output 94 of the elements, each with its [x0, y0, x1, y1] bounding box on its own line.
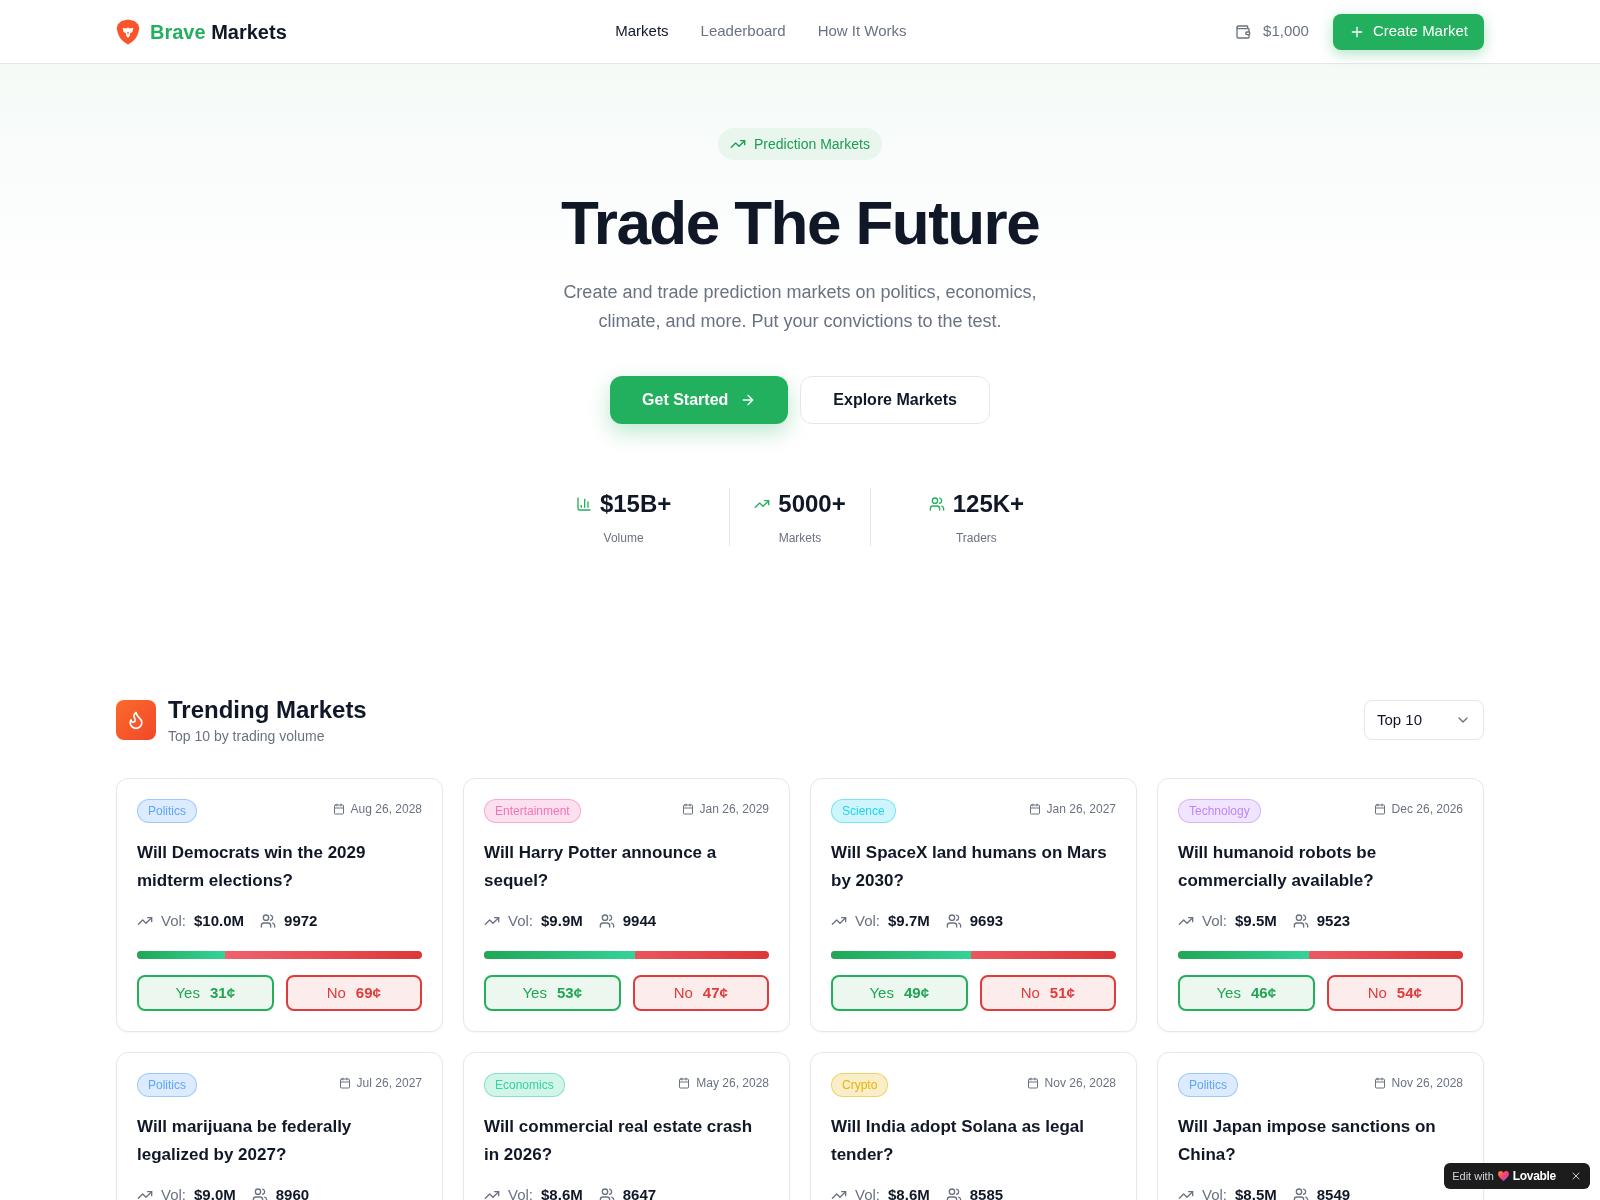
market-question: Will India adopt Solana as legal tender? — [831, 1116, 1085, 1166]
brand-name: Markets — [211, 20, 287, 43]
nav-link[interactable]: How It Works — [817, 20, 907, 43]
volume-value: $9.5M — [1235, 911, 1277, 931]
bar-chart-icon — [575, 496, 592, 512]
calendar-icon — [332, 803, 345, 815]
users-icon — [251, 1187, 268, 1200]
end-date: Dec 26, 2026 — [1391, 801, 1463, 817]
market-card[interactable]: Politics Aug 26, 2028 Will Democrats win the 2029 midterm elections? Vol: $10.0M 9972 Yes 31¢ No 69¢ — [116, 778, 443, 1032]
stat-label: Markets — [778, 530, 822, 546]
calendar-icon — [678, 1077, 691, 1089]
volume-label: Vol: — [508, 1185, 534, 1200]
heart-logo-icon — [1497, 1171, 1509, 1181]
stat-label: Volume — [603, 530, 644, 546]
volume-label: Vol: — [1202, 1185, 1228, 1200]
traders-count: 8960 — [275, 1185, 310, 1200]
volume-label: Vol: — [855, 1185, 881, 1200]
calendar-icon — [338, 1077, 351, 1089]
users-icon — [1292, 1187, 1309, 1200]
buy-no-button[interactable]: No 69¢ — [285, 975, 422, 1011]
end-date: Jul 26, 2027 — [356, 1075, 422, 1091]
buy-no-button[interactable]: No 54¢ — [1326, 975, 1463, 1011]
explore-markets-button[interactable]: Explore Markets — [800, 376, 990, 424]
volume-label: Vol: — [1202, 911, 1228, 931]
volume-value: $9.7M — [888, 911, 930, 931]
close-icon — [1570, 1170, 1582, 1182]
traders-count: 9972 — [284, 911, 318, 931]
end-date: May 26, 2028 — [696, 1075, 769, 1091]
end-date: Jan 26, 2029 — [699, 801, 769, 817]
stat-value: 5000+ — [778, 489, 846, 519]
users-icon — [945, 1187, 962, 1200]
end-date: Nov 26, 2028 — [1044, 1075, 1116, 1091]
market-question: Will SpaceX land humans on Mars by 2030? — [831, 842, 1108, 892]
traders-count: 9693 — [969, 911, 1004, 931]
shield-logo-icon — [116, 18, 140, 45]
stat-value: $15B+ — [599, 489, 672, 519]
volume-value: $10.0M — [194, 911, 245, 931]
volume-label: Vol: — [508, 911, 534, 931]
calendar-icon — [1026, 1077, 1039, 1089]
market-question: Will humanoid robots be commercially available? — [1178, 842, 1378, 892]
volume-label: Vol: — [161, 1185, 187, 1200]
volume-value: $9.9M — [541, 911, 583, 931]
volume-label: Vol: — [161, 911, 187, 931]
users-icon — [260, 913, 277, 929]
category-tag: Science — [831, 799, 896, 823]
market-question: Will marijuana be federally legalized by 2027? — [137, 1116, 353, 1166]
volume-label: Vol: — [855, 911, 881, 931]
market-question: Will Harry Potter announce a sequel? — [484, 842, 718, 892]
market-card[interactable]: Technology Dec 26, 2026 Will humanoid robots be commercially available? Vol: $9.5M 9523 Yes 46¢ No 54¢ — [1157, 778, 1484, 1032]
end-date: Aug 26, 2028 — [350, 801, 422, 817]
market-question: Will commercial real estate crash in 2026? — [484, 1116, 754, 1166]
nav-link[interactable]: Leaderboard — [700, 20, 786, 43]
traders-count: 8585 — [969, 1185, 1004, 1200]
users-icon — [598, 1187, 615, 1200]
hero-title: Trade The Future — [560, 192, 1040, 254]
traders-count: 9523 — [1316, 911, 1351, 931]
end-date: Nov 26, 2028 — [1391, 1075, 1463, 1091]
calendar-icon — [1373, 1077, 1386, 1089]
balance-amount: $1,000 — [1263, 21, 1309, 42]
category-tag: Technology — [1178, 799, 1261, 823]
users-icon — [928, 496, 945, 512]
category-tag: Economics — [484, 1073, 565, 1097]
brand-name-accent: Brave — [150, 20, 206, 43]
stat-label: Traders — [955, 530, 997, 546]
traders-count: 8549 — [1316, 1185, 1351, 1200]
category-tag: Politics — [137, 1073, 197, 1097]
users-icon — [598, 913, 615, 929]
traders-count: 9944 — [622, 911, 657, 931]
category-tag: Politics — [1178, 1073, 1238, 1097]
section-subtitle: Top 10 by trading volume — [168, 727, 326, 746]
users-icon — [945, 913, 962, 929]
market-question: Will Democrats win the 2029 midterm elections? — [137, 842, 367, 892]
flame-icon — [116, 700, 156, 740]
market-card[interactable]: Entertainment Jan 26, 2029 Will Harry Potter announce a sequel? Vol: $9.9M 9944 Yes 53¢ No 47¢ — [463, 778, 790, 1032]
category-tag: Crypto — [831, 1073, 889, 1097]
section-title: Trending Markets — [168, 695, 367, 725]
wallet-icon — [1235, 23, 1252, 40]
calendar-icon — [681, 803, 694, 815]
buy-no-button[interactable]: No 47¢ — [632, 975, 769, 1011]
top-count-dropdown[interactable]: Top 10 — [1364, 700, 1484, 740]
end-date: Jan 26, 2027 — [1046, 801, 1116, 817]
category-tag: Politics — [137, 799, 197, 823]
category-tag: Entertainment — [484, 799, 581, 823]
hero-subtitle: Create and trade prediction markets on politics, economics, climate, and more. Put your convictions to the test. — [562, 281, 1038, 333]
buy-no-button[interactable]: No 51¢ — [979, 975, 1116, 1011]
nav-link[interactable]: Markets — [615, 20, 669, 43]
calendar-icon — [1373, 803, 1386, 815]
market-question: Will Japan impose sanctions on China? — [1178, 1116, 1437, 1166]
stat-value: 125K+ — [952, 489, 1025, 519]
market-card[interactable]: Science Jan 26, 2027 Will SpaceX land humans on Mars by 2030? Vol: $9.7M 9693 Yes 49¢ No 51¢ — [810, 778, 1137, 1032]
traders-count: 8647 — [622, 1185, 657, 1200]
users-icon — [1292, 913, 1309, 929]
pill-label: Prediction Markets — [754, 135, 870, 154]
calendar-icon — [1028, 803, 1041, 815]
